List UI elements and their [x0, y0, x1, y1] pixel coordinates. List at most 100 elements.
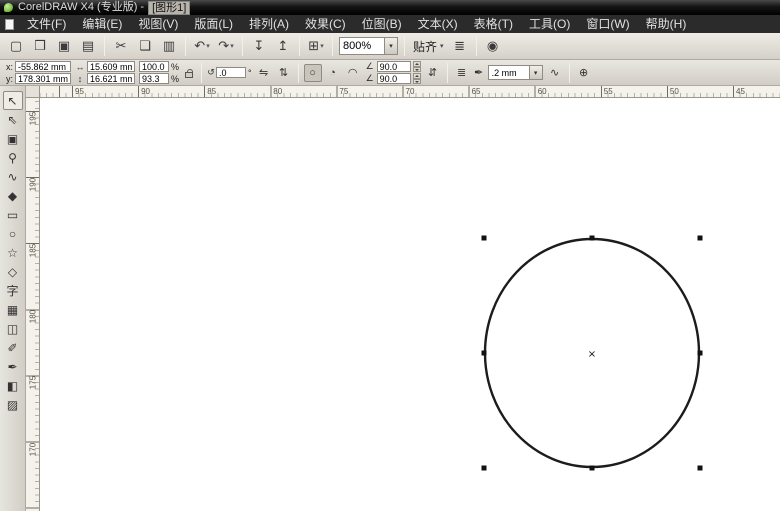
- menu-item-4[interactable]: 版面(L): [186, 15, 241, 33]
- menu-item-12[interactable]: 帮助(H): [638, 15, 695, 33]
- fill-tool[interactable]: ◧: [3, 376, 23, 395]
- selection-handle[interactable]: [481, 350, 487, 356]
- arc-direction-button[interactable]: ⇵: [424, 64, 442, 82]
- lock-icon: [185, 68, 194, 78]
- rotation-angle-field[interactable]: [216, 67, 247, 78]
- end-angle-field[interactable]: [376, 73, 411, 84]
- zoom-level-input[interactable]: [340, 38, 384, 54]
- menu-item-6[interactable]: 效果(C): [297, 15, 354, 33]
- shape-tool[interactable]: ⇖: [3, 110, 23, 129]
- menu-item-9[interactable]: 表格(T): [466, 15, 521, 33]
- menu-item-7[interactable]: 位图(B): [354, 15, 410, 33]
- vertical-ruler[interactable]: 195 190 185 180 175 170: [26, 98, 40, 511]
- rectangle-tool[interactable]: ▭: [3, 205, 23, 224]
- object-size-group: ↔ ↕: [75, 61, 135, 84]
- object-width-field[interactable]: [87, 61, 135, 72]
- zoom-tool[interactable]: ⚲: [3, 148, 23, 167]
- menu-item-8[interactable]: 文本(X): [410, 15, 466, 33]
- crop-tool[interactable]: ▣: [3, 129, 23, 148]
- ruler-label: 55: [603, 87, 613, 96]
- redo-button[interactable]: ↷ ▾: [215, 35, 237, 57]
- print-button[interactable]: ▤: [77, 35, 99, 57]
- redo-icon: ↷: [218, 38, 230, 53]
- wrap-text-button[interactable]: ≣: [453, 64, 471, 82]
- menu-item-1[interactable]: 文件(F): [19, 15, 74, 33]
- start-angle-field[interactable]: [376, 61, 411, 72]
- paste-button[interactable]: ▥: [158, 35, 180, 57]
- selection-handle[interactable]: [697, 465, 703, 471]
- propbar-separator: [201, 62, 203, 83]
- menu-item-3[interactable]: 视图(V): [130, 15, 186, 33]
- coreldraw-logo-icon: [4, 3, 13, 12]
- selection-handle[interactable]: [697, 235, 703, 241]
- scale-horizontal-field[interactable]: [139, 61, 169, 72]
- drawing-canvas[interactable]: ×: [40, 98, 780, 511]
- menu-item-2[interactable]: 编辑(E): [74, 15, 130, 33]
- polygon-tool[interactable]: ☆: [3, 243, 23, 262]
- window-title: CorelDRAW X4 (专业版) -: [18, 1, 145, 13]
- pie-mode-button[interactable]: ◔: [324, 64, 342, 82]
- table-tool[interactable]: ▦: [3, 300, 23, 319]
- mirror-horizontal-icon: ⇋: [259, 67, 269, 79]
- menu-item-10[interactable]: 工具(O): [521, 15, 578, 33]
- welcome-screen-button[interactable]: ◉: [482, 35, 504, 57]
- undo-button[interactable]: ↶ ▾: [191, 35, 213, 57]
- interactive-fill-tool[interactable]: ▨: [3, 395, 23, 414]
- selection-handle[interactable]: [589, 465, 595, 471]
- ruler-label: 195: [28, 111, 38, 126]
- save-button[interactable]: ▣: [53, 35, 75, 57]
- save-icon: ▣: [57, 38, 71, 53]
- ruler-label: 85: [207, 87, 217, 96]
- text-tool[interactable]: 字: [3, 281, 23, 300]
- mirror-vertical-button[interactable]: ⇅: [275, 64, 293, 82]
- pick-tool[interactable]: ↖: [2, 91, 23, 110]
- options-button[interactable]: ≣: [449, 35, 471, 57]
- zoom-level-combo[interactable]: ▾: [339, 37, 398, 55]
- freehand-tool[interactable]: ∿: [3, 167, 23, 186]
- basic-shapes-tool[interactable]: ◇: [3, 262, 23, 281]
- import-button[interactable]: ↧: [248, 35, 270, 57]
- selection-handle[interactable]: [481, 235, 487, 241]
- menu-item-11[interactable]: 窗口(W): [578, 15, 637, 33]
- app-launcher-button[interactable]: ⊞ ▾: [305, 35, 327, 57]
- x-position-field[interactable]: [15, 61, 71, 72]
- convert-to-curves-button[interactable]: ∿: [546, 64, 564, 82]
- scale-vertical-field[interactable]: [139, 73, 169, 84]
- export-button[interactable]: ↥: [272, 35, 294, 57]
- outline-pen-tool[interactable]: ✒: [3, 357, 23, 376]
- quick-customize-button[interactable]: ⊕: [575, 64, 593, 82]
- smart-fill-tool[interactable]: ◆: [3, 186, 23, 205]
- outline-width-input[interactable]: [488, 66, 529, 79]
- end-angle-stepper[interactable]: [412, 73, 421, 84]
- copy-button[interactable]: ❏: [134, 35, 156, 57]
- horizontal-ruler[interactable]: 95 90 85 80 75 70 65 60 55 50 45: [40, 86, 780, 98]
- cut-button[interactable]: ✂: [110, 35, 132, 57]
- lock-ratio-button[interactable]: [181, 62, 197, 84]
- arc-mode-button[interactable]: ◠: [344, 64, 362, 82]
- ruler-origin-corner[interactable]: [26, 86, 40, 98]
- object-height-field[interactable]: [87, 73, 135, 84]
- chevron-down-icon[interactable]: ▾: [528, 66, 542, 79]
- y-position-label: y:: [5, 73, 13, 84]
- ellipse-tool[interactable]: ○: [3, 224, 23, 243]
- ellipse-mode-button[interactable]: ○: [303, 63, 322, 82]
- snap-to-dropdown[interactable]: 贴齐 ▾: [409, 36, 448, 56]
- start-angle-stepper[interactable]: [412, 61, 421, 72]
- selection-handle[interactable]: [481, 465, 487, 471]
- new-document-button[interactable]: ▢: [5, 35, 27, 57]
- import-icon: ↧: [253, 38, 265, 53]
- open-button[interactable]: ❒: [29, 35, 51, 57]
- mirror-horizontal-button[interactable]: ⇋: [255, 64, 273, 82]
- paste-icon: ▥: [162, 38, 176, 53]
- selection-handle[interactable]: [589, 235, 595, 241]
- outline-width-combo[interactable]: ▾: [487, 65, 543, 80]
- y-position-field[interactable]: [15, 73, 71, 84]
- chevron-down-icon[interactable]: ▾: [384, 38, 397, 54]
- eyedropper-tool[interactable]: ✐: [3, 338, 23, 357]
- interactive-blend-tool-icon: ◫: [6, 321, 19, 336]
- eyedropper-tool-icon: ✐: [7, 340, 18, 355]
- menu-item-5[interactable]: 排列(A): [241, 15, 297, 33]
- selection-handle[interactable]: [697, 350, 703, 356]
- interactive-blend-tool[interactable]: ◫: [3, 319, 23, 338]
- zoom-tool-icon: ⚲: [8, 150, 17, 165]
